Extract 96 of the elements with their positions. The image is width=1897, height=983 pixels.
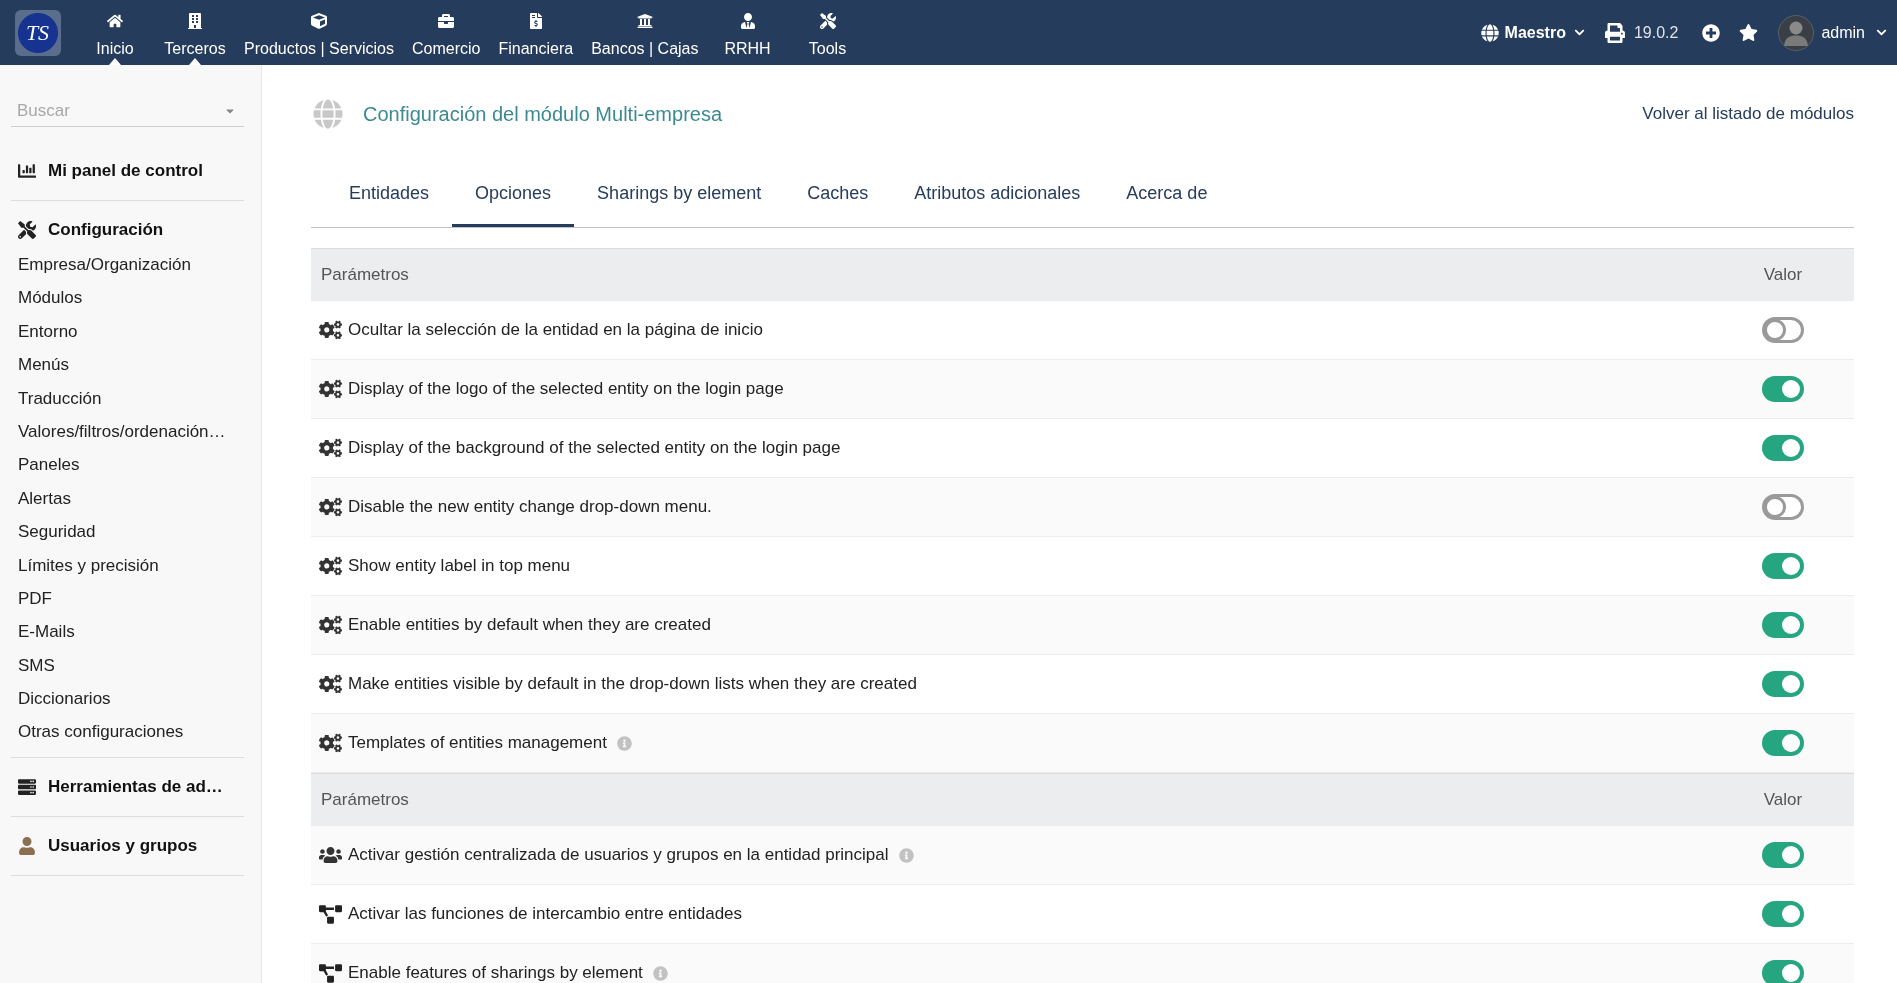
user-menu-button[interactable]: admin (1778, 14, 1887, 51)
server-icon (18, 777, 36, 796)
sidebar-link[interactable]: Seguridad (11, 515, 244, 549)
version-label: 19.0.2 (1633, 22, 1679, 43)
option-label: Enable entities by default when they are created (348, 614, 711, 637)
nav-menu-item[interactable]: RRHH (707, 0, 788, 65)
nav-menu-item[interactable]: Tools (787, 0, 868, 65)
briefcase-icon (438, 13, 455, 29)
option-label: Show entity label in top menu (348, 555, 571, 578)
toggle-switch[interactable] (1762, 901, 1804, 927)
gears-icon (319, 674, 342, 694)
toggle-switch[interactable] (1762, 960, 1804, 983)
sidebar-link[interactable]: Módulos (11, 281, 244, 315)
toggle-switch[interactable] (1762, 842, 1804, 868)
invoice-icon (527, 13, 544, 29)
cube-icon (311, 13, 327, 29)
diagram-icon (319, 963, 342, 983)
tab[interactable]: Entidades (326, 165, 453, 227)
nav-menu-item[interactable]: Comercio (403, 0, 490, 65)
globe-icon (1480, 23, 1499, 42)
option-label: Ocultar la selección de la entidad en la página de inicio (348, 319, 763, 342)
diagram-icon (319, 904, 342, 924)
sidebar-link[interactable]: PDF (11, 581, 244, 616)
option-label: Activar las funciones de intercambio entre entidades (348, 903, 743, 926)
gears-icon (319, 497, 342, 517)
option-label: Activar gestión centralizada de usuarios y grupos en la entidad principal (348, 844, 889, 867)
sidebar-link[interactable]: Alertas (11, 481, 244, 516)
sidebar-section-link[interactable]: Mi panel de control (11, 159, 244, 183)
bar-chart-icon (18, 162, 36, 180)
tools-icon (18, 221, 36, 239)
user-tie-icon (739, 13, 756, 29)
tools-icon (819, 13, 836, 29)
nav-menu-item[interactable]: Inicio (75, 0, 155, 65)
globe-icon (313, 99, 343, 129)
toggle-switch[interactable] (1762, 612, 1804, 638)
sidebar-link[interactable]: E-Mails (11, 615, 244, 649)
sidebar-link[interactable]: Diccionarios (11, 682, 244, 716)
users-icon (319, 845, 342, 865)
toggle-switch[interactable] (1762, 376, 1804, 402)
back-link[interactable]: Volver al listado de módulos (1642, 101, 1854, 127)
toggle-switch[interactable] (1762, 730, 1804, 756)
column-header: Valor (1762, 789, 1804, 812)
home-icon (107, 13, 123, 29)
tab[interactable]: Sharings by element (574, 165, 785, 227)
tab[interactable]: Acerca de (1103, 165, 1231, 227)
toggle-switch[interactable] (1762, 553, 1804, 579)
chevron-down-icon (1573, 27, 1585, 38)
option-label: Make entities visible by default in the drop-down lists when they are created (348, 673, 917, 696)
toggle-switch[interactable] (1762, 435, 1804, 461)
page-title: Configuración del módulo Multi-empresa (363, 102, 723, 127)
option-label: Templates of entities management (348, 732, 607, 755)
toggle-switch[interactable] (1762, 671, 1804, 697)
gears-icon (319, 556, 342, 576)
sidebar-section-link[interactable]: Configuración (11, 218, 244, 242)
sidebar-section-link[interactable]: Usuarios y grupos (11, 833, 244, 858)
sidebar-link[interactable]: Empresa/Organización (11, 248, 244, 282)
gears-icon (319, 615, 342, 635)
option-label: Enable features of sharings by element (348, 962, 643, 983)
chevron-down-icon (1876, 27, 1887, 38)
sidebar-link[interactable]: Entorno (11, 314, 244, 349)
app-logo[interactable]: TS (14, 9, 61, 56)
sidebar-link[interactable]: Traducción (11, 381, 244, 415)
avatar-icon[interactable] (1778, 14, 1815, 51)
sidebar-link[interactable]: Valores/filtros/ordenación… (11, 414, 244, 449)
column-header: Parámetros (320, 789, 409, 812)
tab[interactable]: Opciones (452, 165, 575, 227)
option-label: Disable the new entity change drop-down menu. (348, 496, 712, 519)
nav-menu-item[interactable]: Bancos | Cajas (582, 0, 708, 65)
user-icon (18, 836, 36, 855)
toggle-switch[interactable] (1762, 317, 1804, 343)
sidebar-link[interactable]: Otras configuraciones (11, 715, 244, 749)
nav-menu-item[interactable]: Productos | Servicios (235, 0, 403, 65)
gears-icon (319, 379, 342, 399)
tab[interactable]: Atributos adicionales (891, 165, 1104, 227)
nav-menu-item[interactable]: Terceros (155, 0, 235, 65)
sidebar-link[interactable]: Límites y precisión (11, 548, 244, 582)
sidebar-section-link[interactable]: Herramientas de ad… (11, 774, 244, 799)
gears-icon (319, 438, 342, 458)
sidebar-link[interactable]: SMS (11, 648, 244, 683)
bank-icon (636, 13, 653, 29)
entity-dropdown[interactable]: Maestro (1480, 20, 1585, 45)
sidebar-link[interactable]: Menús (11, 348, 244, 382)
building-icon (187, 13, 203, 29)
gears-icon (319, 733, 342, 753)
option-label: Display of the logo of the selected entity on the login page (348, 378, 784, 401)
nav-menu-item[interactable]: Financiera (489, 0, 583, 65)
option-label: Display of the background of the selected entity on the login page (348, 437, 841, 460)
column-header: Parámetros (320, 264, 409, 287)
star-icon[interactable] (1739, 23, 1759, 42)
column-header: Valor (1762, 264, 1804, 287)
printer-icon[interactable] (1604, 22, 1625, 43)
toggle-switch[interactable] (1762, 494, 1804, 520)
gears-icon (319, 320, 342, 340)
sidebar-link[interactable]: Paneles (11, 448, 244, 482)
search-field[interactable]: Buscar (11, 95, 244, 127)
tab[interactable]: Caches (784, 165, 892, 227)
